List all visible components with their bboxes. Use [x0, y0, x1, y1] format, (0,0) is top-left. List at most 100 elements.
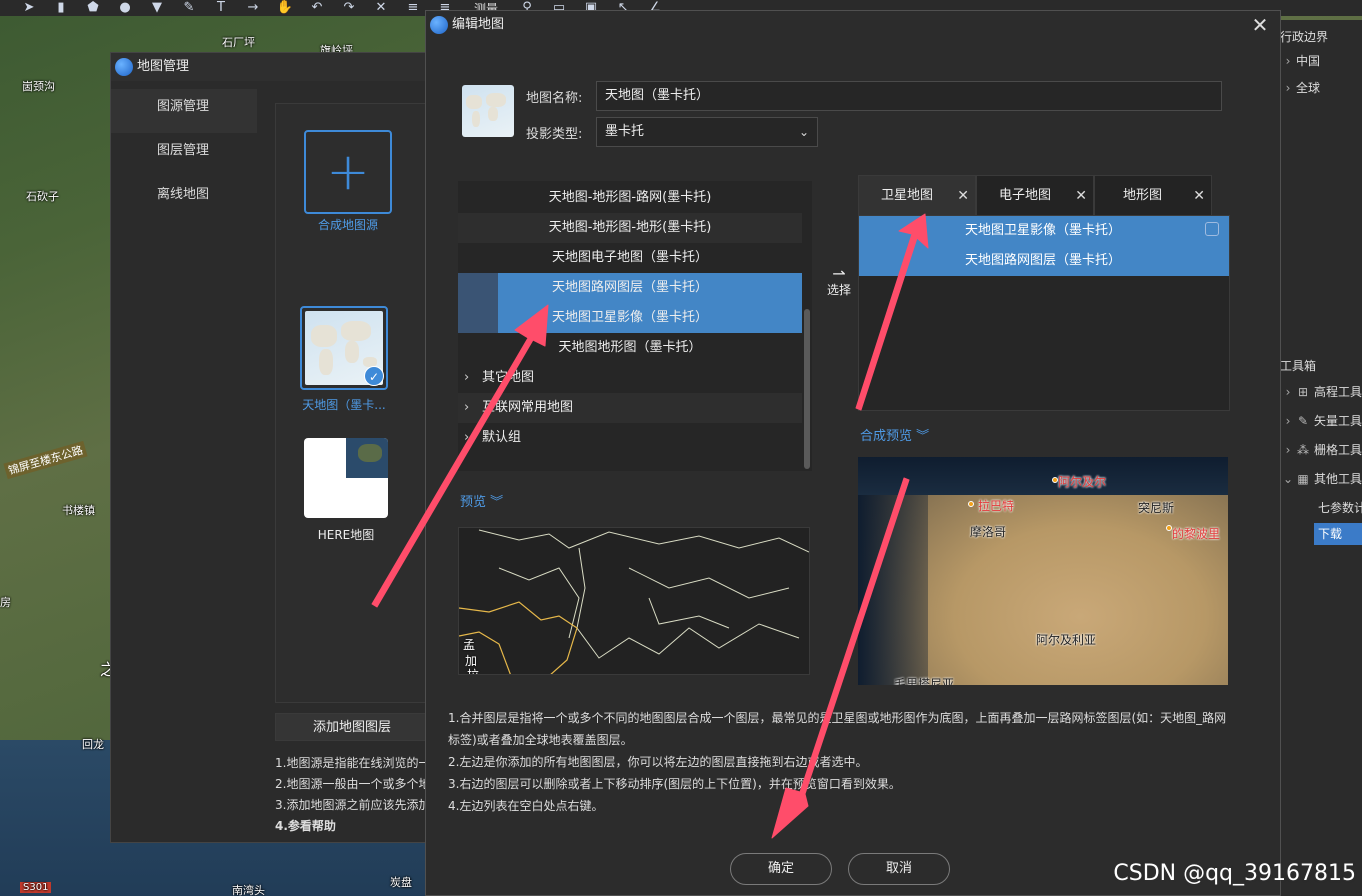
pointer-icon[interactable]: ➤ — [18, 1, 40, 15]
list-item-selected[interactable]: 天地图路网图层（墨卡托） — [458, 273, 802, 303]
tree-item-download[interactable]: 下载 — [1314, 523, 1362, 545]
tree-item-seven-params[interactable]: 七参数计算 — [1318, 497, 1362, 519]
chevron-right-icon[interactable]: › — [1280, 439, 1296, 461]
list-item[interactable]: 天地图-地形图-地形(墨卡托) — [458, 213, 802, 243]
road-shield: S301 — [20, 882, 52, 893]
list-item[interactable]: 天地图卫星影像（墨卡托） — [859, 216, 1229, 246]
cancel-button[interactable]: 取消 — [848, 853, 950, 885]
drag-handle[interactable] — [458, 273, 498, 303]
list-item[interactable]: 天地图电子地图（墨卡托） — [458, 243, 802, 273]
undo-icon[interactable]: ↶ — [306, 1, 328, 15]
map-label: 石厂坪 — [222, 36, 255, 49]
line-icon[interactable]: ✎ — [178, 1, 200, 15]
selected-layers-list[interactable]: 天地图卫星影像（墨卡托） 天地图路网图层（墨卡托） — [858, 215, 1230, 411]
available-layers-list[interactable]: 天地图-地形图-路网(墨卡托) 天地图-地形图-地形(墨卡托) 天地图电子地图（… — [458, 181, 812, 471]
composite-preview-map[interactable]: 拉巴特 阿尔及尔 突尼斯 的黎波里 摩洛哥 阿尔及利亚 毛里塔尼亚 — [858, 457, 1228, 685]
layer-preview-map[interactable]: 孟 加 拉 — [458, 527, 810, 675]
tab-satellite[interactable]: 卫星地图 ✕ — [858, 175, 976, 215]
dialog-titlebar[interactable]: 编辑地图 ✕ — [426, 11, 1280, 39]
map-source-here[interactable] — [304, 438, 388, 518]
close-icon[interactable]: ✕ — [1248, 13, 1272, 37]
text-icon[interactable]: T — [210, 1, 232, 15]
map-source-tianditu[interactable]: ✓ — [300, 306, 388, 390]
list-icon[interactable]: ≡ — [402, 1, 424, 15]
grid-icon: ⊞ — [1297, 385, 1309, 399]
tree-header-admin-boundary[interactable]: 行政边界 — [1280, 26, 1328, 48]
chevron-right-icon[interactable]: › — [1280, 381, 1296, 403]
ok-button[interactable]: 确定 — [730, 853, 832, 885]
tree-item-elevation-tools[interactable]: › ⊞ 高程工具 — [1280, 381, 1362, 403]
chevron-right-icon[interactable]: › — [1280, 77, 1296, 99]
circle-icon[interactable]: ● — [114, 1, 136, 15]
tree-item-vector-tools[interactable]: › ✎ 矢量工具 — [1280, 410, 1362, 432]
tab-label: 卫星地图 — [881, 188, 934, 203]
polygon-icon[interactable]: ⬟ — [82, 1, 104, 15]
map-label: 回龙 — [82, 738, 104, 751]
nav-offline-map[interactable]: 离线地图 — [111, 177, 257, 221]
tree-label: 高程工具 — [1314, 385, 1362, 399]
select-button[interactable]: ⇀ 选择 — [824, 266, 854, 298]
tree-item-china[interactable]: › 中国 — [1280, 50, 1320, 72]
tree-label: 七参数计算 — [1318, 501, 1362, 515]
tree-item-global[interactable]: › 全球 — [1280, 77, 1320, 99]
nav-layer-management[interactable]: 图层管理 — [111, 133, 257, 177]
close-icon[interactable]: ✕ — [1193, 176, 1205, 216]
drag-handle[interactable] — [458, 303, 498, 333]
map-name-input[interactable]: 天地图（墨卡托） — [596, 81, 1222, 111]
add-map-layer-button[interactable]: 添加地图图层 — [275, 713, 429, 741]
preview-toggle[interactable]: 预览 ︾ — [460, 491, 503, 510]
marker-icon[interactable]: ▼ — [146, 1, 168, 15]
capital-dot — [968, 501, 974, 507]
app-logo-icon — [115, 58, 133, 76]
list-item[interactable]: 天地图-地形图-路网(墨卡托) — [458, 183, 802, 213]
plus-icon: + — [326, 142, 370, 202]
redo-icon[interactable]: ↷ — [338, 1, 360, 15]
tree-label: 行政边界 — [1280, 30, 1329, 44]
dialog-title: 编辑地图 — [452, 17, 505, 32]
list-item[interactable]: 天地图地形图（墨卡托） — [458, 333, 802, 363]
close-icon[interactable]: ✕ — [1075, 176, 1087, 216]
tree-label: 下载 — [1318, 527, 1343, 541]
tab-terrain[interactable]: 地形图 ✕ — [1094, 175, 1212, 215]
add-composite-source-button[interactable]: + — [304, 130, 392, 214]
note-line: 4.左边列表在空白处点右键。 — [448, 799, 604, 813]
tree-label: 矢量工具 — [1314, 414, 1362, 428]
tree-header-toolbox[interactable]: 工具箱 — [1280, 355, 1316, 377]
list-group[interactable]: › 默认组 — [458, 423, 802, 453]
check-icon: ✓ — [364, 366, 384, 386]
help-line: 1.地图源是指能在线浏览的一 — [275, 756, 429, 770]
projection-select[interactable]: 墨卡托 ⌄ — [596, 117, 818, 147]
chevron-down-icon[interactable]: ⌄ — [1280, 468, 1296, 490]
window-titlebar[interactable]: 地图管理 — [111, 53, 427, 81]
rectangle-icon[interactable]: ▮ — [50, 1, 72, 15]
list-group[interactable]: › 其它地图 — [458, 363, 802, 393]
chevron-right-icon[interactable]: › — [1280, 410, 1296, 432]
lock-icon[interactable] — [1205, 222, 1219, 236]
list-item[interactable]: 天地图路网图层（墨卡托） — [859, 246, 1229, 276]
map-label: 石砍子 — [26, 190, 59, 203]
composite-preview-toggle[interactable]: 合成预览 ︾ — [860, 425, 929, 444]
hand-icon[interactable]: ✋ — [274, 1, 296, 15]
list-group[interactable]: › 互联网常用地图 — [458, 393, 802, 423]
scrollbar[interactable] — [804, 309, 810, 469]
tree-item-raster-tools[interactable]: › ⁂ 栅格工具 — [1280, 439, 1362, 461]
map-label: 拉 — [467, 668, 480, 675]
map-label: 孟 — [463, 638, 476, 652]
close-icon[interactable]: ✕ — [957, 176, 969, 216]
note-line: 2.左边是你添加的所有地图图层，你可以将左边的图层直接拖到右边或者选中。 — [448, 755, 868, 769]
road-label: 锦屏至楼东公路 — [3, 440, 88, 480]
map-label: 阿尔及尔 — [1058, 475, 1107, 489]
map-manager-window: 地图管理 图源管理 图层管理 离线地图 + 合成地图源 ✓ 天地图（墨卡... … — [110, 52, 429, 843]
list-item-selected[interactable]: 天地图卫星影像（墨卡托） — [458, 303, 802, 333]
nav-map-source[interactable]: 图源管理 — [111, 89, 257, 133]
map-label: 崮颈沟 — [22, 80, 55, 93]
map-source-grid: + 合成地图源 ✓ 天地图（墨卡... HERE地图 — [275, 103, 429, 703]
list-item-label: 天地图路网图层（墨卡托） — [551, 280, 708, 295]
arrow-icon[interactable]: → — [242, 1, 264, 15]
delete-icon[interactable]: ✕ — [370, 1, 392, 15]
chevron-right-icon[interactable]: › — [1280, 50, 1296, 72]
tree-item-other-tools[interactable]: ⌄ ▦ 其他工具 — [1280, 468, 1362, 490]
edit-map-dialog: 编辑地图 ✕ 地图名称: 天地图（墨卡托） 投影类型: 墨卡托 ⌄ 天地图-地形… — [425, 10, 1281, 896]
help-link[interactable]: 4.参看帮助 — [275, 816, 429, 837]
tab-electronic[interactable]: 电子地图 ✕ — [976, 175, 1094, 215]
